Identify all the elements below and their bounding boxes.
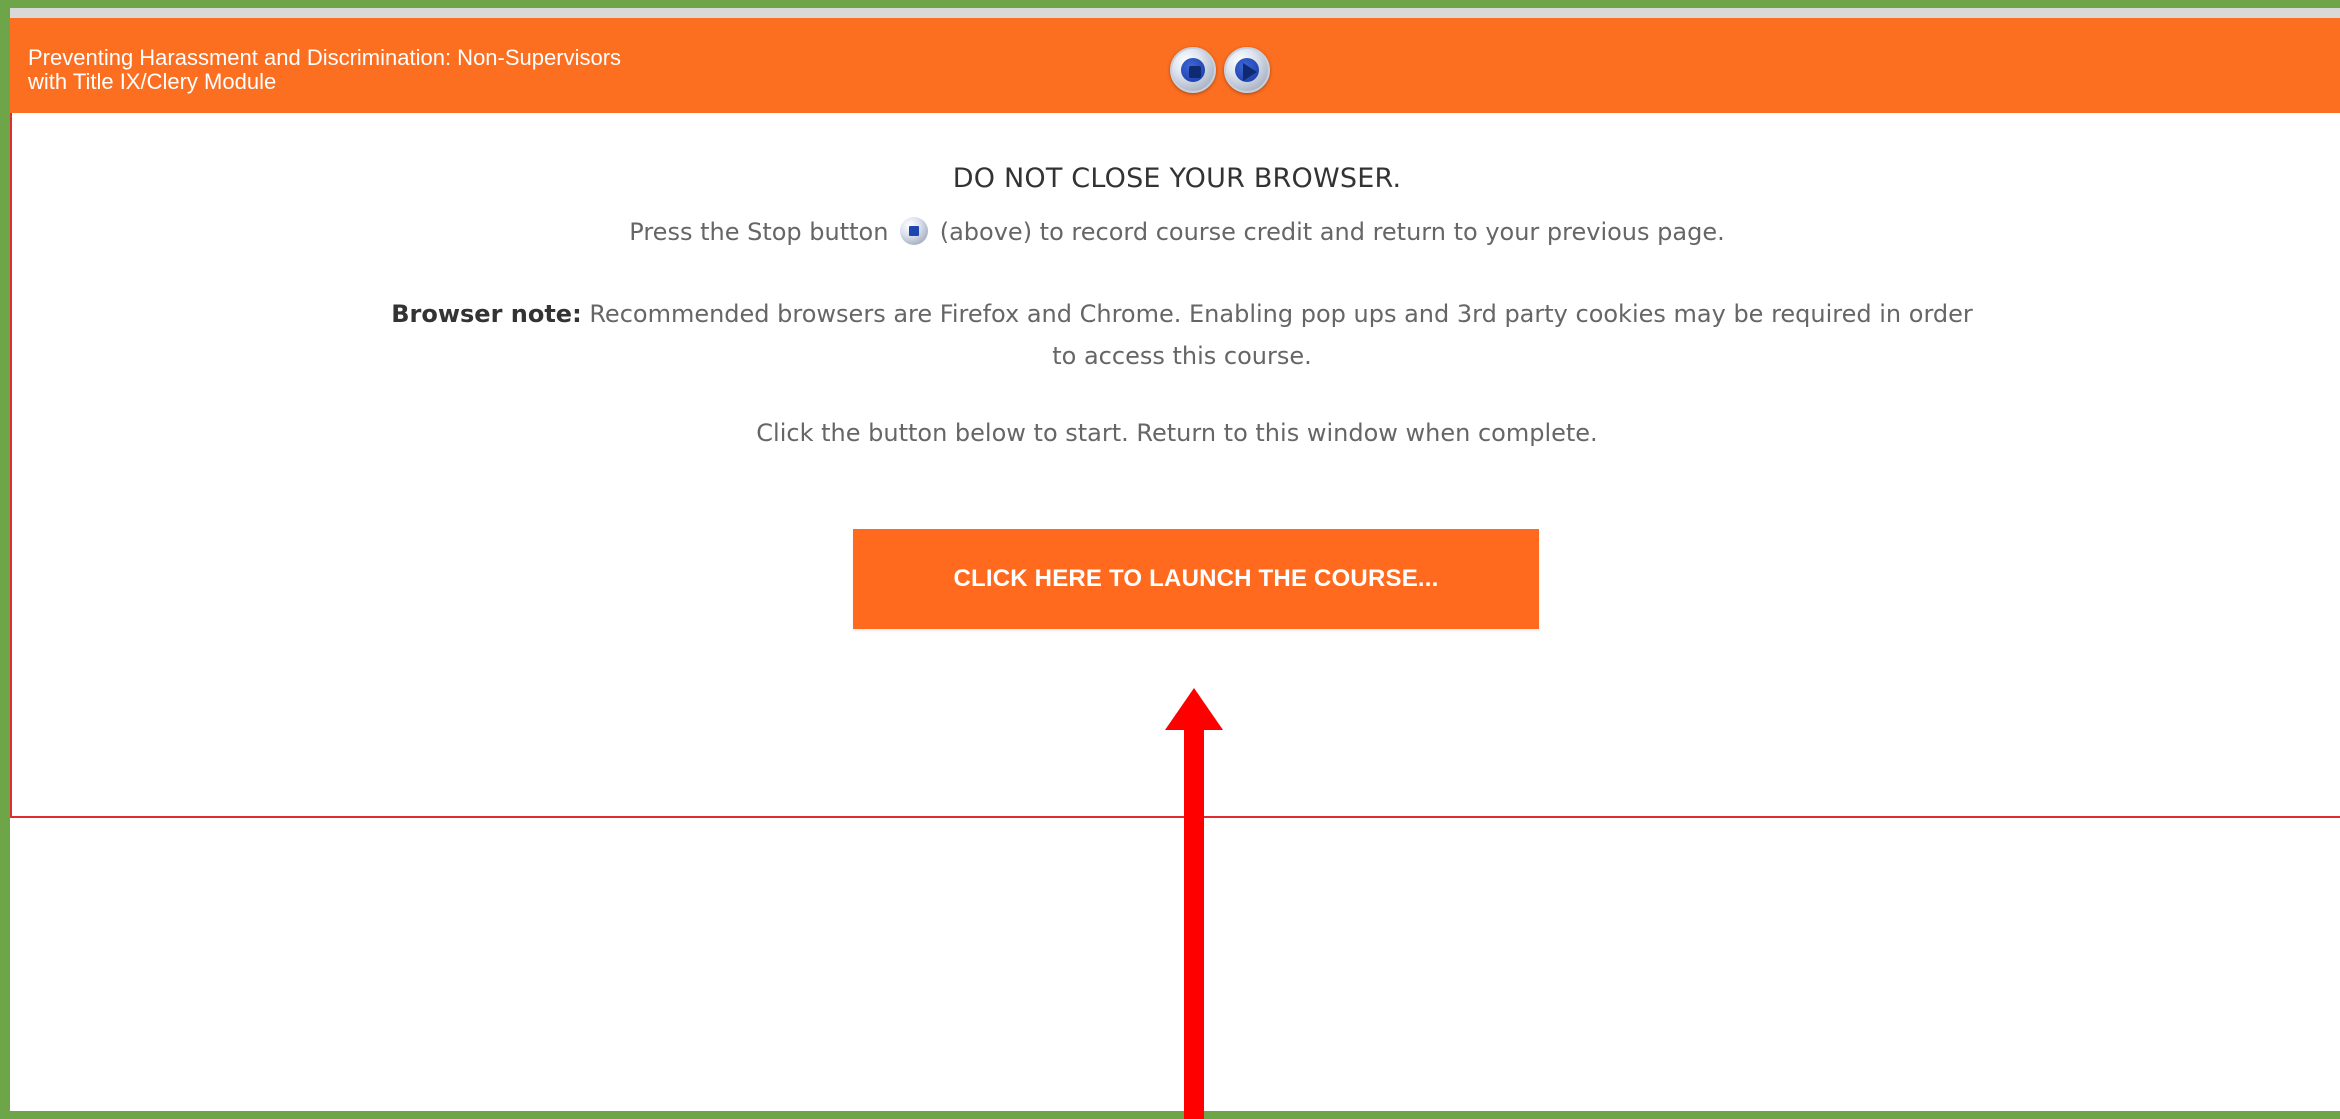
course-header: Preventing Harassment and Discrimination… [10, 8, 2340, 113]
stop-instruction: Press the Stop button (above) to record … [12, 217, 2340, 249]
annotation-arrow-icon [1165, 688, 1225, 1119]
stop-instruction-after: (above) to record course credit and retu… [939, 218, 1725, 246]
launch-instruction: Click the button below to start. Return … [756, 419, 1598, 447]
arrow-shaft [1184, 726, 1204, 1119]
launch-course-button[interactable]: CLICK HERE TO LAUNCH THE COURSE... [853, 529, 1539, 629]
browser-note: Browser note: Recommended browsers are F… [382, 293, 1982, 377]
arrow-head-icon [1165, 688, 1223, 730]
inline-stop-icon [900, 217, 929, 245]
course-title: Preventing Harassment and Discrimination… [28, 45, 622, 94]
browser-note-text: Recommended browsers are Firefox and Chr… [589, 300, 1973, 370]
play-button[interactable] [1224, 47, 1270, 93]
stop-instruction-before: Press the Stop button [629, 218, 889, 246]
stop-button[interactable] [1170, 47, 1216, 93]
media-controls [1170, 47, 1270, 97]
browser-note-label: Browser note: [391, 300, 582, 328]
play-triangle-icon [1243, 63, 1257, 81]
warning-heading: DO NOT CLOSE YOUR BROWSER. [952, 163, 1402, 194]
course-page: Preventing Harassment and Discrimination… [10, 8, 2340, 1119]
stop-square-icon [1189, 66, 1201, 78]
